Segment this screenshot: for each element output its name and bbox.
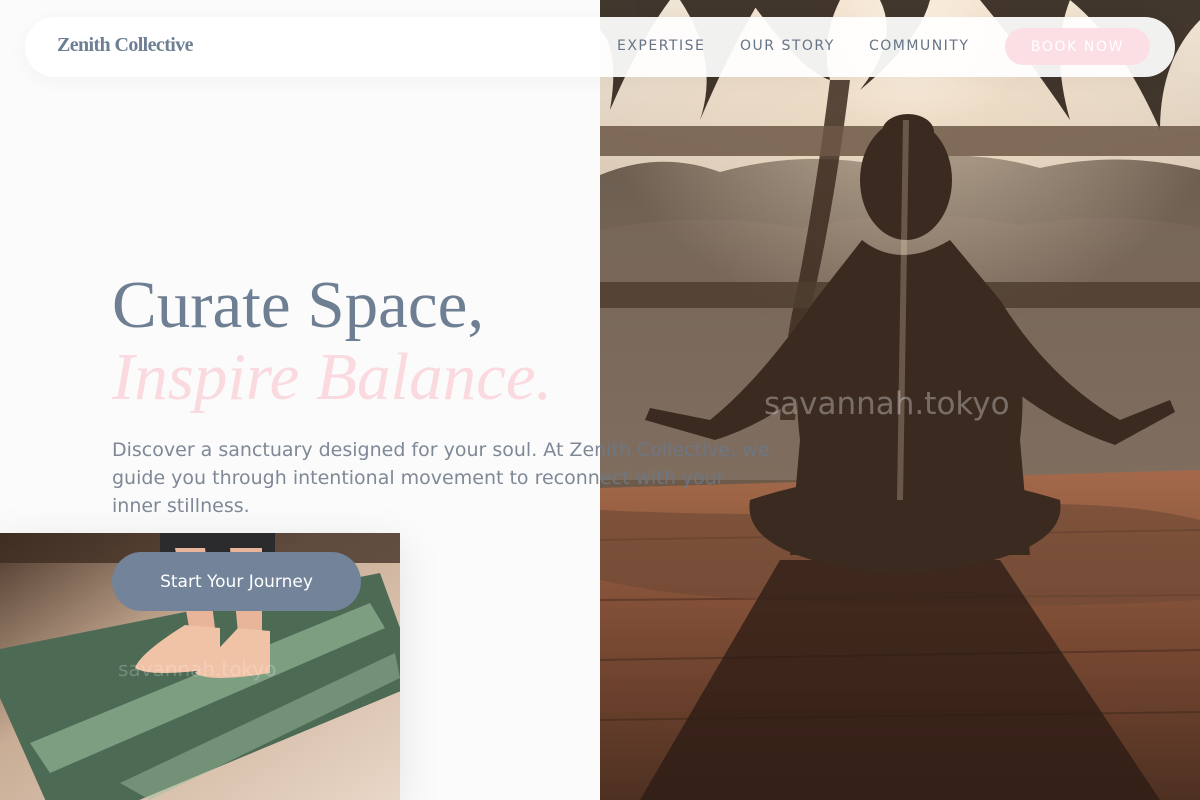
hero-intro-paragraph: Discover a sanctuary designed for your s… bbox=[112, 439, 770, 517]
nav-link-our-story[interactable]: OUR STORY bbox=[740, 38, 835, 54]
book-now-button[interactable]: BOOK NOW bbox=[1005, 28, 1150, 65]
nav-link-community[interactable]: COMMUNITY bbox=[869, 38, 969, 54]
hero-headline-line-1: Curate Space, bbox=[112, 268, 485, 342]
landing-page: Zenith Collective EXPERTISE OUR STORY CO… bbox=[0, 0, 1200, 800]
brand-logo[interactable]: Zenith Collective bbox=[57, 34, 193, 57]
hero-headline-line-2: Inspire Balance. bbox=[112, 340, 553, 414]
nav-link-expertise[interactable]: EXPERTISE bbox=[617, 38, 705, 54]
top-navigation-bar: Zenith Collective EXPERTISE OUR STORY CO… bbox=[25, 17, 1175, 77]
hero-meditation-photo bbox=[600, 0, 1200, 800]
start-journey-button[interactable]: Start Your Journey bbox=[112, 552, 361, 611]
